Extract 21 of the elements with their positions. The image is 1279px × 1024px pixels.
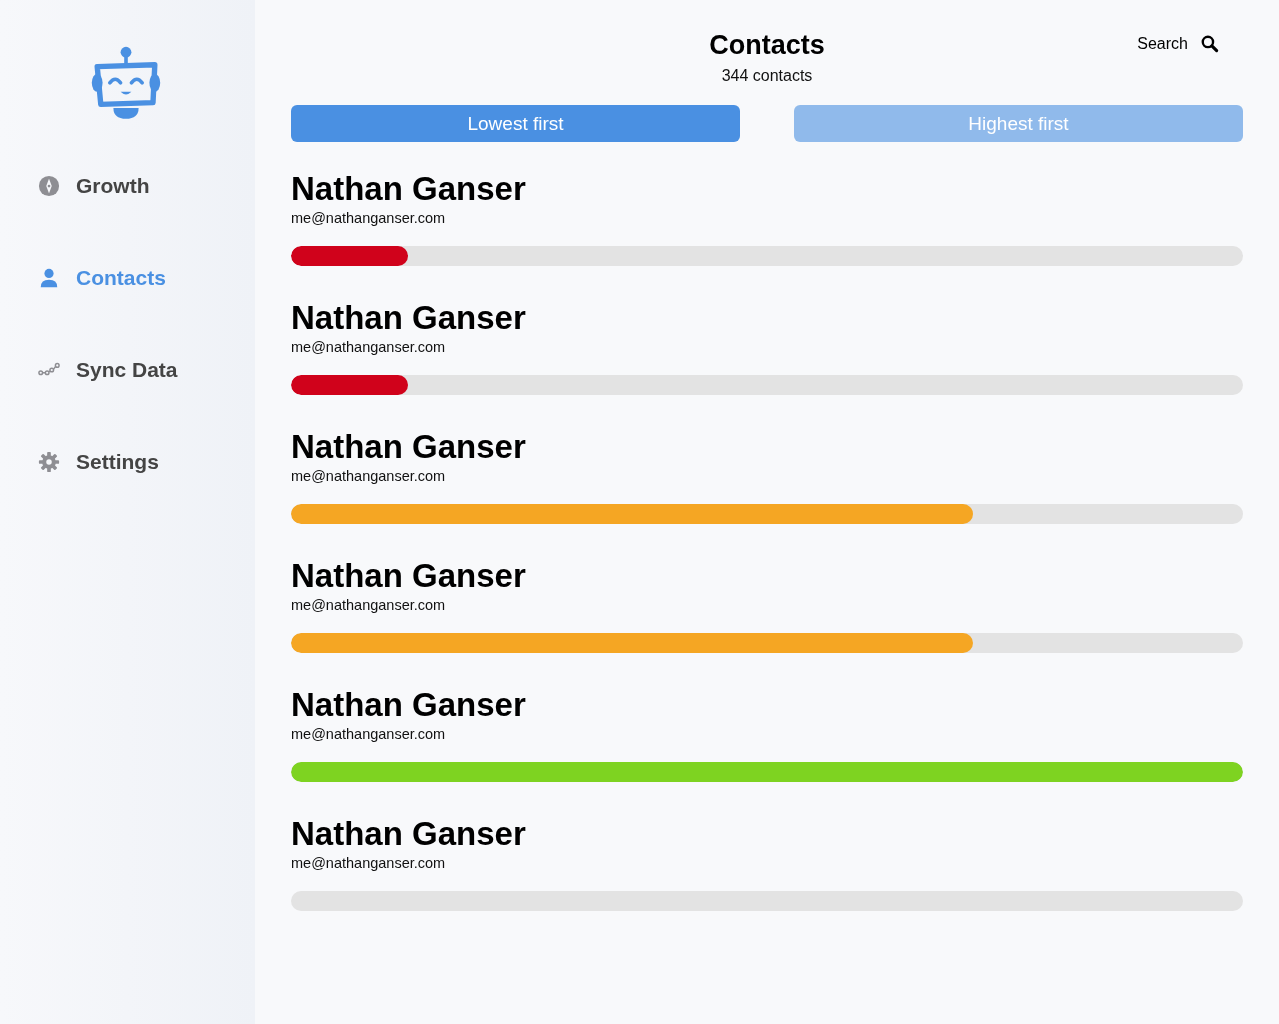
sidebar-item[interactable]: Sync Data — [38, 356, 255, 384]
contact-name: Nathan Ganser — [291, 299, 527, 337]
search-button[interactable]: Search — [1137, 34, 1219, 53]
compass-icon — [38, 175, 60, 197]
user-icon — [38, 267, 60, 289]
search-icon — [1200, 34, 1219, 53]
contact-email: me@nathanganser.com — [291, 597, 447, 613]
sidebar-item[interactable]: Settings — [38, 448, 255, 476]
contact-email: me@nathanganser.com — [291, 855, 447, 871]
contact-name: Nathan Ganser — [291, 170, 527, 208]
contact-email: me@nathanganser.com — [291, 339, 447, 355]
contact-name: Nathan Ganser — [291, 686, 527, 724]
contact-name: Nathan Ganser — [291, 428, 527, 466]
sidebar-item[interactable]: Growth — [38, 172, 255, 200]
contact-count: 344 contacts — [721, 67, 813, 85]
contact-email: me@nathanganser.com — [291, 726, 447, 742]
contact-email: me@nathanganser.com — [291, 210, 447, 226]
contact-name: Nathan Ganser — [291, 557, 527, 595]
contact-email: me@nathanganser.com — [291, 468, 447, 484]
contact-name: Nathan Ganser — [291, 815, 527, 853]
page-title: Contacts — [709, 30, 825, 61]
